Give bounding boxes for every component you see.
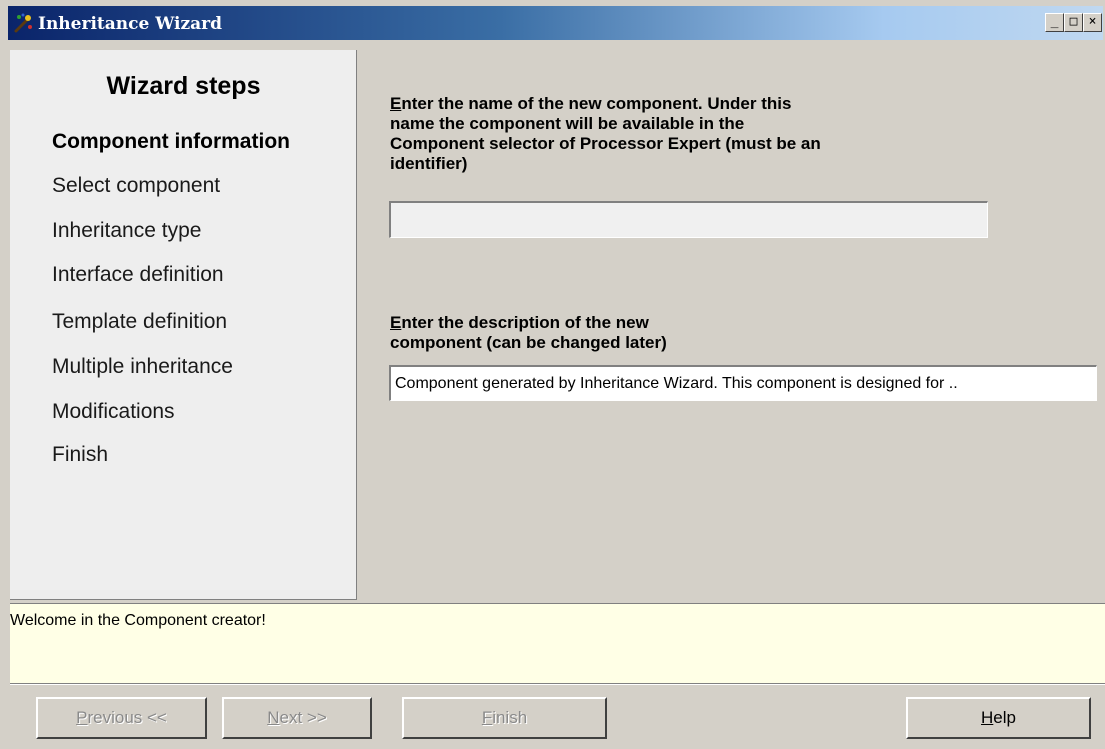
wizard-window: Inheritance Wizard _ □ × Wizard steps Co… [0,0,1105,749]
button-bar-separator [10,683,1105,685]
component-name-label: Enter the name of the new component. Und… [390,94,821,174]
desc-label-line2: component (can be changed later) [390,333,667,352]
minimize-button[interactable]: _ [1045,13,1064,32]
next-label: ext >> [279,708,327,727]
help-label: elp [993,708,1016,727]
desc-label-line1: nter the description of the new [401,313,649,332]
next-button[interactable]: Next >> [222,697,372,739]
step-multiple-inheritance: Multiple inheritance [52,355,233,378]
name-label-line2: name the component will be available in … [390,114,745,133]
finish-label: inish [492,708,528,727]
wizard-wand-icon [14,13,32,33]
previous-label: revious << [87,708,167,727]
previous-hotkey: P [76,708,88,727]
info-message: Welcome in the Component creator! [10,612,266,629]
title-bar[interactable]: Inheritance Wizard _ □ × [8,6,1103,40]
info-bar: Welcome in the Component creator! [10,603,1105,683]
step-inheritance-type: Inheritance type [52,219,202,242]
step-template-definition: Template definition [52,310,228,333]
previous-button[interactable]: Previous << [36,697,207,739]
close-button[interactable]: × [1083,13,1102,32]
finish-hotkey: F [481,708,493,727]
step-component-information: Component information [52,130,290,153]
step-select-component: Select component [52,174,221,197]
wizard-steps-panel: Wizard steps Component information Selec… [10,50,357,600]
name-label-line3: Component selector of Processor Expert (… [390,134,821,153]
name-label-line1: nter the name of the new component. Unde… [401,94,792,113]
component-description-label: Enter the description of the new compone… [390,313,667,353]
finish-button[interactable]: Finish [402,697,607,739]
help-button[interactable]: Help [906,697,1091,739]
help-hotkey: H [981,708,994,727]
name-label-line4: identifier) [390,154,468,173]
component-name-input[interactable] [389,201,988,238]
maximize-button[interactable]: □ [1064,13,1083,32]
desc-label-hotkey: E [390,313,402,332]
name-label-hotkey: E [390,94,402,113]
step-finish: Finish [52,443,109,466]
wizard-steps-title: Wizard steps [106,72,261,100]
component-description-input[interactable] [389,365,1097,401]
step-modifications: Modifications [52,400,175,423]
window-title: Inheritance Wizard [38,14,222,34]
step-interface-definition: Interface definition [52,263,224,286]
next-hotkey: N [267,708,280,727]
